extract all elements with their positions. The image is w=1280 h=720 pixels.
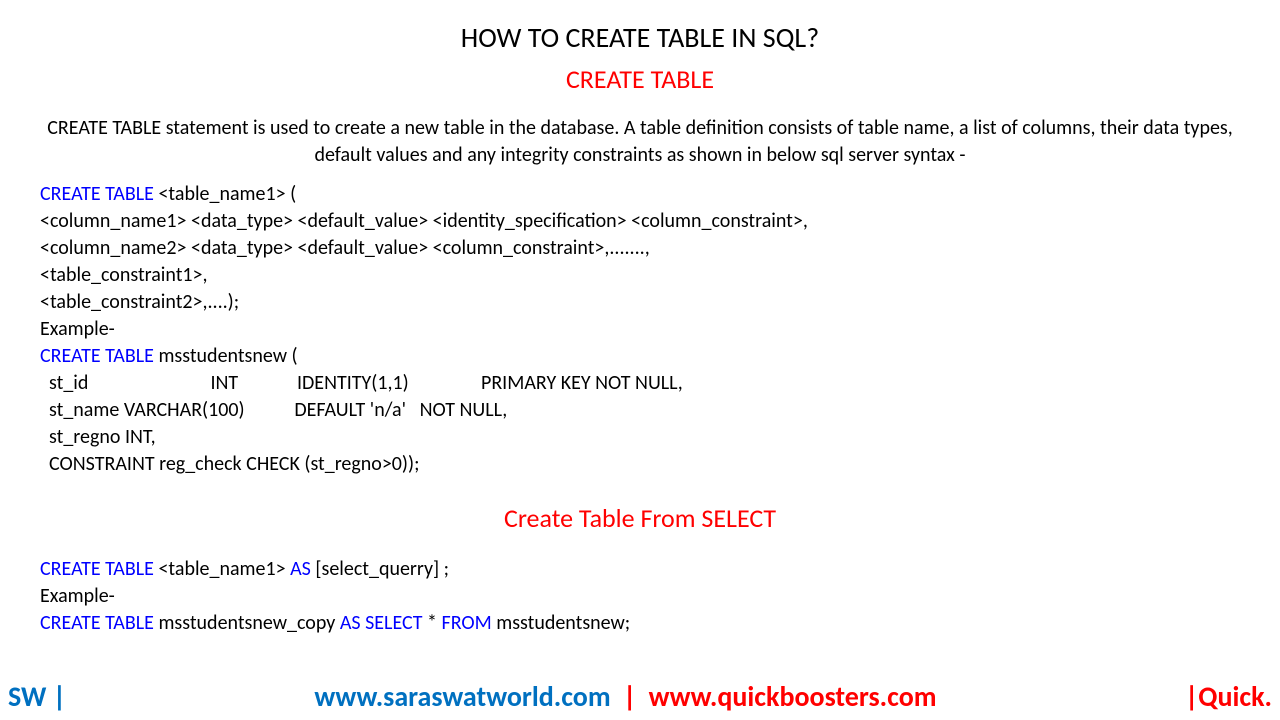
code-line: msstudentsnew (: [158, 344, 297, 368]
page-title: HOW TO CREATE TABLE IN SQL?: [40, 20, 1240, 55]
keyword: CREATE TABLE: [40, 557, 158, 581]
code-text: [select_querry] ;: [315, 557, 449, 581]
footer: SW | www.saraswatworld.com | www.quickbo…: [0, 679, 1280, 714]
footer-center: www.saraswatworld.com | www.quickbooster…: [66, 679, 1185, 714]
footer-separator: |: [617, 679, 643, 714]
syntax-line: <table_name1> (: [158, 182, 296, 206]
syntax-block-2: CREATE TABLE <table_name1> AS [select_qu…: [40, 556, 1240, 583]
example-block-2: CREATE TABLE msstudentsnew_copy AS SELEC…: [40, 610, 1240, 637]
keyword: AS: [290, 557, 315, 581]
section-title-2: Create Table From SELECT: [40, 502, 1240, 534]
code-line: st_name VARCHAR(100) DEFAULT 'n/a' NOT N…: [40, 397, 1240, 424]
code-line: st_regno INT,: [40, 424, 1240, 451]
keyword: CREATE TABLE: [40, 611, 158, 635]
footer-left: SW |: [8, 679, 66, 714]
code-line: st_id INT IDENTITY(1,1) PRIMARY KEY NOT …: [40, 370, 1240, 397]
footer-url-1: www.saraswatworld.com: [314, 679, 610, 714]
keyword: AS SELECT: [340, 611, 427, 635]
keyword: CREATE TABLE: [40, 182, 158, 206]
description-text: CREATE TABLE statement is used to create…: [40, 115, 1240, 169]
footer-right: |Quick.: [1185, 679, 1272, 714]
code-text: <table_name1>: [158, 557, 290, 581]
subtitle: CREATE TABLE: [40, 63, 1240, 95]
code-line: CONSTRAINT reg_check CHECK (st_regno>0))…: [40, 451, 1240, 478]
code-text: msstudentsnew_copy: [158, 611, 339, 635]
example-label-2: Example-: [40, 583, 1240, 610]
syntax-line: <table_constraint2>,....);: [40, 289, 1240, 316]
syntax-line: <column_name1> <data_type> <default_valu…: [40, 208, 1240, 235]
keyword: CREATE TABLE: [40, 344, 158, 368]
example-label: Example-: [40, 316, 1240, 343]
syntax-line: <column_name2> <data_type> <default_valu…: [40, 235, 1240, 262]
footer-url-2: www.quickboosters.com: [649, 679, 937, 714]
code-text: msstudentsnew;: [496, 611, 630, 635]
syntax-block: CREATE TABLE <table_name1> ( <column_nam…: [40, 181, 1240, 316]
example-block-1: CREATE TABLE msstudentsnew ( st_id INT I…: [40, 343, 1240, 478]
keyword: FROM: [442, 611, 497, 635]
syntax-line: <table_constraint1>,: [40, 262, 1240, 289]
code-text: *: [427, 611, 441, 635]
